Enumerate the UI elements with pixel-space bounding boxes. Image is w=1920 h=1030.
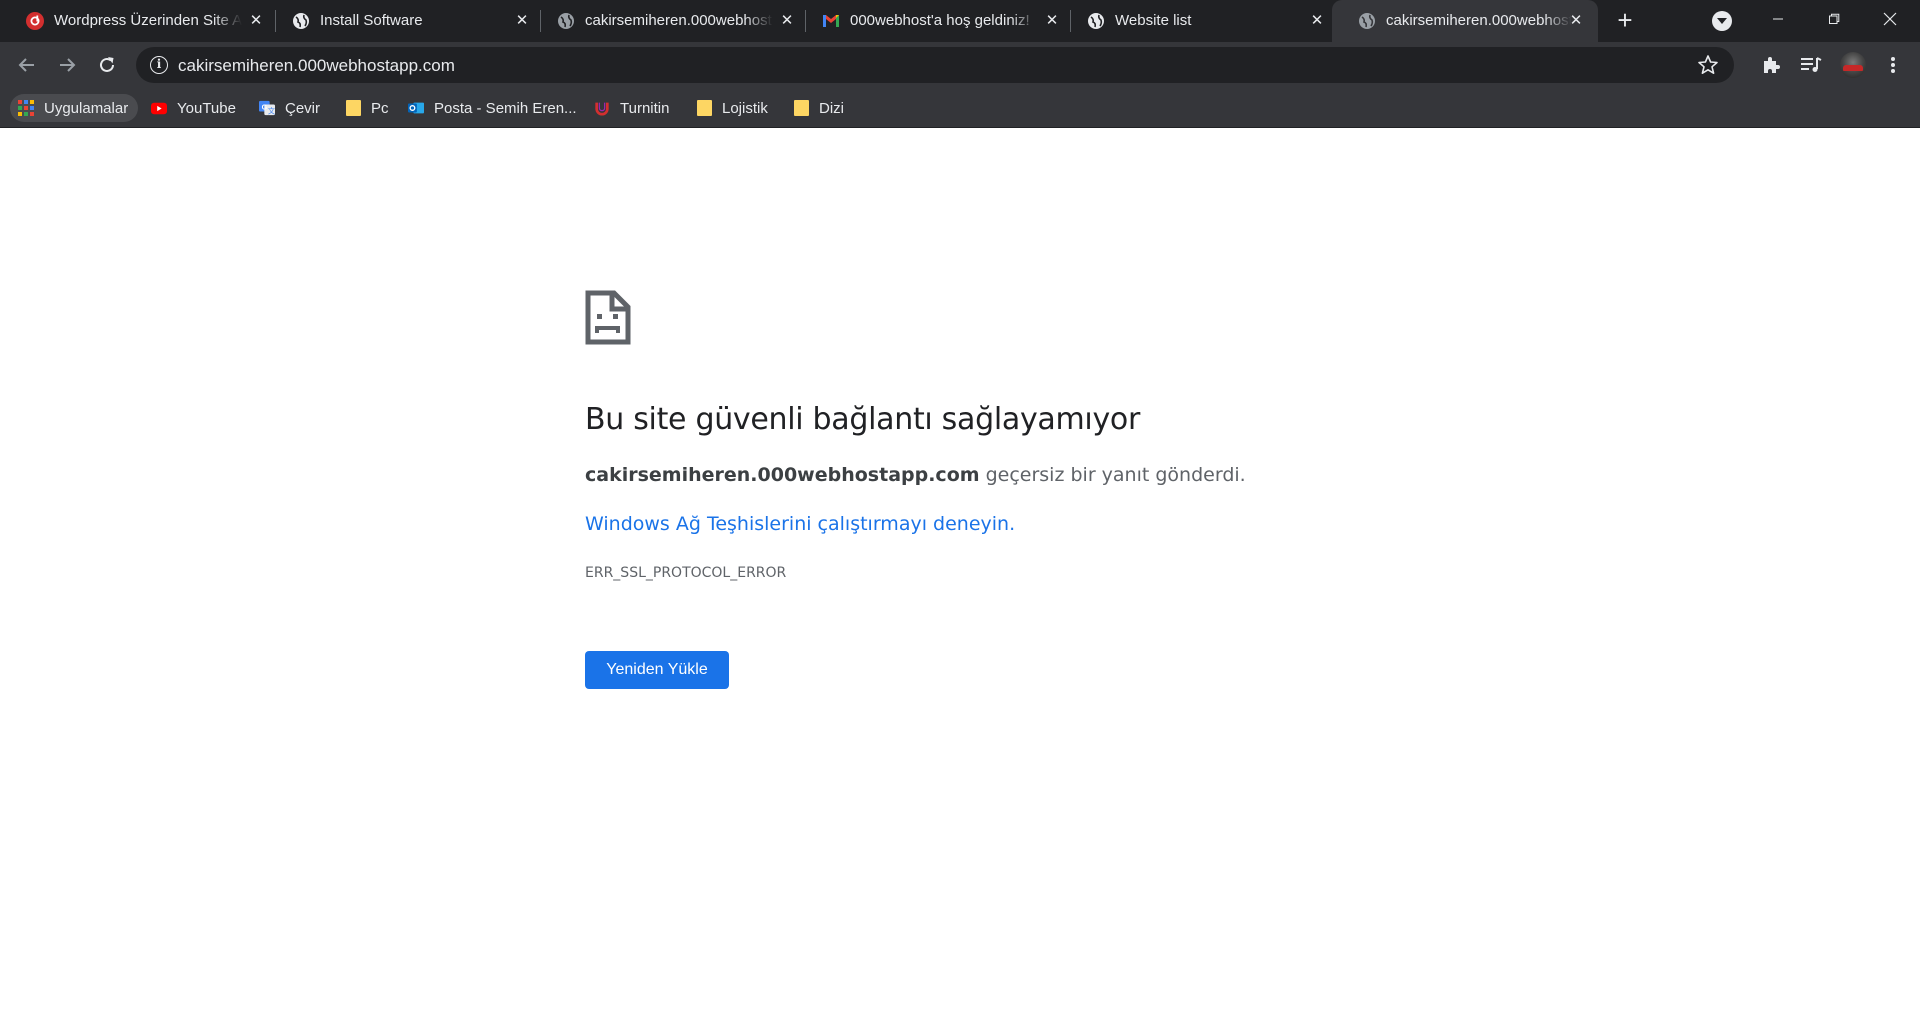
globe-icon xyxy=(1358,12,1376,30)
page-content: Bu site güvenli bağlantı sağlayamıyor ca… xyxy=(0,129,1920,1030)
bookmark-label: Posta - Semih Eren... xyxy=(434,99,577,117)
folder-icon xyxy=(345,100,361,116)
page-title: Bu site güvenli bağlantı sağlayamıyor xyxy=(585,402,1140,437)
tab-gmail[interactable]: 000webhost'a hoş geldiniz! ✕ xyxy=(796,0,1070,42)
media-queue-icon[interactable] xyxy=(1798,52,1824,78)
back-button[interactable] xyxy=(12,50,42,80)
apps-grid-icon xyxy=(18,100,34,116)
close-tab-icon[interactable]: ✕ xyxy=(1042,10,1062,30)
bookmark-label: Dizi xyxy=(819,99,844,117)
minimize-button[interactable] xyxy=(1750,0,1806,38)
gmail-icon xyxy=(822,12,840,30)
forward-button[interactable] xyxy=(52,50,82,80)
error-code: ERR_SSL_PROTOCOL_ERROR xyxy=(585,565,787,581)
bookmark-label: Turnitin xyxy=(620,99,670,117)
tab-title: 000webhost'a hoş geldiniz! xyxy=(850,12,1030,29)
tab-title: Website list xyxy=(1115,12,1192,29)
bookmark-cevir[interactable]: G文 Çevir xyxy=(253,94,326,122)
tab-cakirsemiheren-1[interactable]: cakirsemiheren.000webhost ✕ xyxy=(531,0,805,42)
outlook-icon xyxy=(408,100,424,116)
turnitin-icon xyxy=(594,100,610,116)
tab-install-software[interactable]: Install Software ✕ xyxy=(266,0,540,42)
folder-icon xyxy=(793,100,809,116)
globe-icon xyxy=(292,12,310,30)
new-tab-button[interactable]: + xyxy=(1612,7,1638,34)
bookmark-label: Uygulamalar xyxy=(44,99,129,117)
tab-website-list[interactable]: Website list ✕ xyxy=(1061,0,1335,42)
site-info-icon[interactable]: i xyxy=(150,56,168,74)
bookmark-lojistik[interactable]: Lojistik xyxy=(690,94,774,122)
reload-page-button[interactable]: Yeniden Yükle xyxy=(585,651,729,689)
bookmark-label: YouTube xyxy=(177,99,236,117)
bookmark-apps[interactable]: Uygulamalar xyxy=(10,94,139,122)
tab-wordpress[interactable]: Wordpress Üzerinden Site A ✕ xyxy=(0,0,274,42)
close-window-button[interactable] xyxy=(1862,0,1918,38)
bookmark-label: Lojistik xyxy=(722,99,768,117)
address-bar[interactable]: i cakirsemiheren.000webhostapp.com xyxy=(136,47,1734,83)
close-tab-icon[interactable]: ✕ xyxy=(246,10,266,30)
tab-title: cakirsemiheren.000webhost xyxy=(585,12,772,29)
close-tab-icon[interactable]: ✕ xyxy=(512,10,532,30)
translate-icon: G文 xyxy=(259,100,275,116)
youtube-icon xyxy=(151,100,167,116)
profile-avatar[interactable] xyxy=(1840,52,1866,78)
bookmark-posta[interactable]: Posta - Semih Eren... xyxy=(402,94,583,122)
bookmark-dizi[interactable]: Dizi xyxy=(787,94,850,122)
tab-title: Install Software xyxy=(320,12,423,29)
bookmark-label: Çevir xyxy=(285,99,321,117)
arrow-left-icon xyxy=(18,58,34,72)
network-diagnostics-link[interactable]: Windows Ağ Teşhislerini çalıştırmayı den… xyxy=(585,513,1015,535)
close-tab-icon[interactable]: ✕ xyxy=(1307,10,1327,30)
wordpress-red-icon xyxy=(26,12,44,30)
tab-search-icon[interactable] xyxy=(1712,11,1732,31)
svg-text:G: G xyxy=(262,103,268,111)
bookmark-star-icon[interactable] xyxy=(1696,53,1720,77)
url-text[interactable]: cakirsemiheren.000webhostapp.com xyxy=(178,56,455,76)
reload-button[interactable] xyxy=(92,50,122,80)
close-tab-icon[interactable]: ✕ xyxy=(777,10,797,30)
globe-icon xyxy=(557,12,575,30)
svg-text:文: 文 xyxy=(268,106,275,115)
tab-title: cakirsemiheren.000webhost xyxy=(1386,12,1572,29)
error-description: cakirsemiheren.000webhostapp.com geçersi… xyxy=(585,464,1246,486)
sad-document-icon xyxy=(585,290,631,345)
globe-icon xyxy=(1087,12,1105,30)
tab-strip: Wordpress Üzerinden Site A ✕ Install Sof… xyxy=(0,0,1920,42)
error-description-suffix: geçersiz bir yanıt gönderdi. xyxy=(979,464,1246,486)
extensions-puzzle-icon[interactable] xyxy=(1758,52,1784,78)
bookmark-youtube[interactable]: YouTube xyxy=(145,94,242,122)
tab-active-cakirsemiheren[interactable]: cakirsemiheren.000webhost ✕ xyxy=(1332,0,1598,42)
toolbar: i cakirsemiheren.000webhostapp.com xyxy=(0,42,1920,88)
arrow-right-icon xyxy=(60,58,76,72)
error-host: cakirsemiheren.000webhostapp.com xyxy=(585,464,980,486)
bookmark-label: Pc xyxy=(371,99,389,117)
menu-kebab-icon[interactable] xyxy=(1880,52,1906,78)
reload-icon xyxy=(100,57,114,72)
bookmark-pc[interactable]: Pc xyxy=(339,94,395,122)
tab-title: Wordpress Üzerinden Site A xyxy=(54,12,242,29)
close-tab-icon[interactable]: ✕ xyxy=(1566,10,1586,30)
bookmark-turnitin[interactable]: Turnitin xyxy=(588,94,675,122)
bookmarks-bar: Uygulamalar YouTube G文 Çevir Pc Posta - … xyxy=(0,88,1920,128)
folder-icon xyxy=(696,100,712,116)
restore-button[interactable] xyxy=(1806,0,1862,38)
